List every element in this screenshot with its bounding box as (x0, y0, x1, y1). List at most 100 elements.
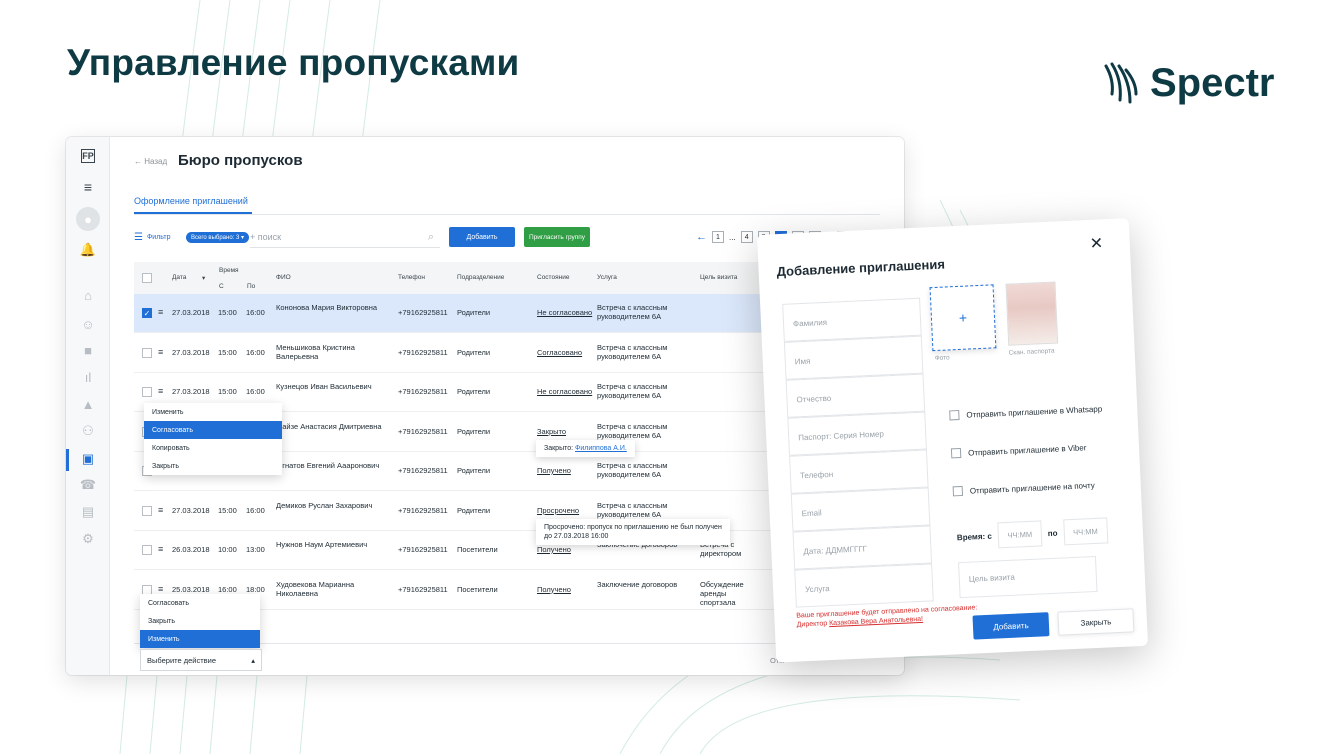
firstname-field[interactable]: Имя (783, 335, 924, 380)
search-icon[interactable]: ⌕ (428, 231, 434, 244)
middlename-field[interactable]: Отчество (785, 373, 926, 418)
row-checkbox[interactable]: ✓ (142, 308, 152, 318)
passport-field[interactable]: Паспорт: Серия Номер (787, 411, 927, 456)
brand-name: Spectr (1150, 60, 1275, 105)
close-icon[interactable]: ✕ (1089, 233, 1103, 254)
email-checkbox[interactable] (952, 485, 964, 497)
modal-close-button[interactable]: Закрыть (1057, 608, 1135, 636)
service-field[interactable]: Услуга (794, 563, 934, 608)
selected-chip[interactable]: Всего выбрано: 3 ▾ (186, 232, 250, 243)
avatar-icon[interactable]: ● (76, 207, 100, 231)
screen-title: Бюро пропусков (178, 152, 303, 169)
approver-link[interactable]: Казакова Вера Анатольевна! (829, 616, 923, 627)
cell-department: Посетители (457, 545, 498, 554)
whatsapp-option[interactable]: Отправить приглашение в Whatsapp (949, 404, 1102, 421)
row-checkbox[interactable] (142, 505, 152, 516)
row-menu-icon[interactable]: ≡ (158, 307, 163, 317)
menu-icon[interactable]: ≡ (78, 177, 98, 197)
visit-purpose-field[interactable]: Цель визита (958, 555, 1098, 599)
cell-status[interactable]: Не согласовано (537, 387, 592, 396)
time-from-input[interactable]: ЧЧ:ММ (997, 520, 1043, 549)
col-date[interactable]: Дата (172, 274, 186, 281)
phone-field[interactable]: Телефон (789, 449, 929, 494)
cell-status[interactable]: Получено (537, 545, 571, 554)
add-photo-button[interactable]: + (929, 284, 997, 352)
col-fio: ФИО (276, 274, 291, 281)
modal-add-button[interactable]: Добавить (972, 612, 1050, 640)
bulk-item-close[interactable]: Закрыть (140, 612, 260, 630)
closed-tooltip-name[interactable]: Филиппова А.И. (575, 445, 627, 452)
cell-status[interactable]: Просрочено (537, 506, 579, 515)
sort-icon[interactable]: ▾ (202, 274, 205, 282)
date-field[interactable]: Дата: ДДММГГГГ (792, 525, 933, 570)
email-field[interactable]: Email (790, 487, 931, 532)
settings-icon[interactable]: ⚙ (78, 529, 98, 549)
cell-fio: Кузнецов Иван Васильевич (276, 382, 372, 391)
cell-phone: +79162925811 (398, 584, 448, 594)
cell-phone: +79162925811 (398, 545, 448, 554)
action-select[interactable]: Выберите действие ▴ (140, 649, 262, 671)
ctx-item-approve[interactable]: Согласовать (144, 421, 282, 439)
page-button[interactable]: 4 (740, 231, 753, 243)
bell-icon[interactable]: 🔔 (78, 240, 98, 260)
page-button[interactable]: 1 (712, 231, 724, 243)
tab-divider (134, 214, 880, 215)
row-checkbox[interactable] (142, 387, 152, 397)
cell-status[interactable]: Получено (537, 585, 571, 594)
bulk-item-edit[interactable]: Изменить (140, 630, 260, 648)
prev-page-icon[interactable]: ← (696, 231, 707, 243)
add-button[interactable]: Добавить (449, 227, 515, 247)
home-icon[interactable]: ⌂ (78, 285, 98, 305)
cell-status[interactable]: Не согласовано (537, 308, 592, 317)
row-menu-icon[interactable]: ≡ (158, 544, 163, 554)
invite-group-button[interactable]: Пригласить группу (524, 227, 590, 247)
cell-phone: +79162925811 (398, 505, 448, 515)
row-menu-icon[interactable]: ≡ (158, 584, 163, 594)
whatsapp-checkbox[interactable] (949, 410, 960, 421)
phone-icon[interactable]: ☎ (78, 475, 98, 495)
cell-status[interactable]: Согласовано (537, 348, 582, 357)
camera-icon[interactable]: ■ (78, 340, 98, 360)
row-menu-icon[interactable]: ≡ (158, 505, 163, 515)
cell-time-from: 10:00 (218, 545, 237, 554)
back-link[interactable]: ← Назад (134, 157, 167, 166)
cell-status[interactable]: Получено (537, 466, 571, 475)
row-checkbox[interactable] (142, 584, 152, 595)
row-menu-icon[interactable]: ≡ (158, 347, 163, 357)
bulk-action-menu: Согласовать Закрыть Изменить (140, 594, 260, 648)
tab-invitations[interactable]: Оформление приглашений (134, 196, 248, 206)
badge-icon[interactable]: ▣ (78, 449, 98, 469)
structure-icon[interactable]: ▲ (78, 394, 98, 414)
cell-date: 27.03.2018 (172, 505, 210, 515)
row-checkbox[interactable] (142, 347, 152, 358)
viber-option[interactable]: Отправить приглашение в Viber (950, 442, 1087, 459)
bulk-item-approve[interactable]: Согласовать (140, 594, 260, 612)
chat-icon[interactable]: ▤ (78, 502, 98, 522)
search-input[interactable]: + поиск ⌕ (250, 228, 440, 248)
passport-scan-image[interactable] (1005, 281, 1059, 346)
email-option[interactable]: Отправить приглашение на почту (952, 480, 1095, 497)
cell-time-from: 16:00 (218, 584, 237, 594)
lastname-field[interactable]: Фамилия (782, 297, 922, 342)
row-menu-icon[interactable]: ≡ (158, 386, 163, 396)
cell-fio: Нужнов Наум Артемиевич (276, 540, 368, 549)
page-ellipsis: ... (729, 232, 736, 242)
cell-time-to: 13:00 (246, 545, 265, 554)
time-to-input[interactable]: ЧЧ:ММ (1062, 517, 1109, 546)
user-icon[interactable]: ☺ (78, 314, 98, 334)
people-icon[interactable]: ⚇ (78, 421, 98, 441)
ctx-item-copy[interactable]: Копировать (144, 439, 282, 457)
col-time-from: С (219, 283, 224, 290)
col-phone: Телефон (398, 274, 425, 281)
ctx-item-edit[interactable]: Изменить (144, 403, 282, 421)
cell-time-to: 16:00 (246, 347, 265, 357)
logo-icon[interactable]: FP (81, 149, 95, 163)
table-row[interactable]: ≡ 26.03.2018 10:00 13:00 Нужнов Наум Артемие… (134, 531, 880, 570)
ctx-item-close[interactable]: Закрыть (144, 457, 282, 475)
row-checkbox[interactable] (142, 545, 152, 555)
filter-button[interactable]: ☰ Фильтр (134, 232, 170, 243)
cell-status[interactable]: Закрыто (537, 427, 566, 436)
select-all-checkbox[interactable] (142, 273, 152, 283)
viber-checkbox[interactable] (950, 447, 962, 459)
chart-icon[interactable]: ıl (78, 367, 98, 387)
